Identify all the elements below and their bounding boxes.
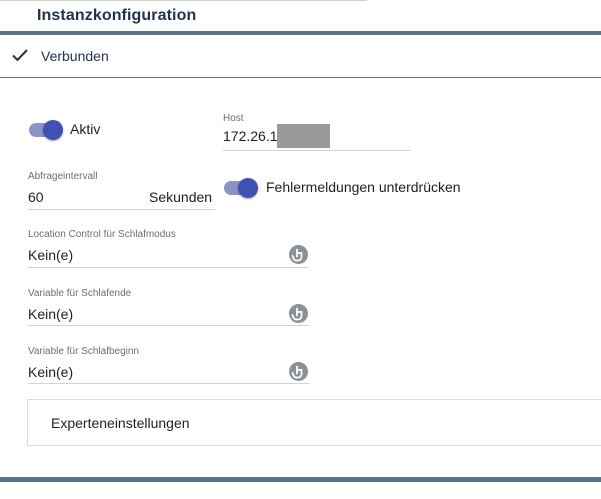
active-toggle[interactable]: [29, 119, 63, 141]
toggle-knob: [238, 178, 258, 198]
location-control-label: Location Control für Schlafmodus: [28, 229, 176, 240]
status-label: Verbunden: [41, 48, 109, 64]
select-object-icon[interactable]: [289, 362, 308, 381]
sleep-begin-underline: [28, 383, 309, 384]
interval-underline: [28, 209, 215, 210]
sleep-end-underline: [28, 325, 309, 326]
page-title: Instanzkonfiguration: [37, 7, 197, 24]
connection-status: Verbunden: [0, 35, 601, 77]
suppress-errors-label: Fehlermeldungen unterdrücken: [266, 179, 461, 195]
suppress-errors-toggle[interactable]: [224, 177, 258, 199]
redacted-block: [277, 124, 330, 148]
status-divider: [0, 77, 601, 78]
interval-unit: Sekunden: [149, 189, 213, 205]
select-object-icon[interactable]: [289, 245, 308, 264]
sleep-end-select[interactable]: Kein(e): [28, 306, 73, 322]
check-icon: [12, 49, 28, 62]
sleep-begin-label: Variable für Schlafbeginn: [28, 346, 139, 357]
sleep-end-label: Variable für Schlafende: [28, 288, 132, 299]
toggle-knob: [43, 120, 63, 140]
expert-settings-label: Experteneinstellungen: [51, 415, 190, 431]
interval-input[interactable]: 60: [28, 189, 44, 205]
host-label: Host: [223, 113, 244, 124]
sleep-begin-select[interactable]: Kein(e): [28, 364, 73, 380]
select-object-icon[interactable]: [289, 304, 308, 323]
top-divider: [0, 0, 367, 1]
host-underline: [223, 150, 411, 151]
location-control-select[interactable]: Kein(e): [28, 247, 73, 263]
footer-bar: [0, 477, 601, 482]
location-control-underline: [28, 267, 309, 268]
host-input[interactable]: 172.26.1: [223, 128, 278, 144]
interval-label: Abfrageintervall: [28, 171, 98, 182]
active-toggle-label: Aktiv: [70, 121, 101, 137]
expert-settings-panel[interactable]: Experteneinstellungen: [27, 399, 601, 446]
